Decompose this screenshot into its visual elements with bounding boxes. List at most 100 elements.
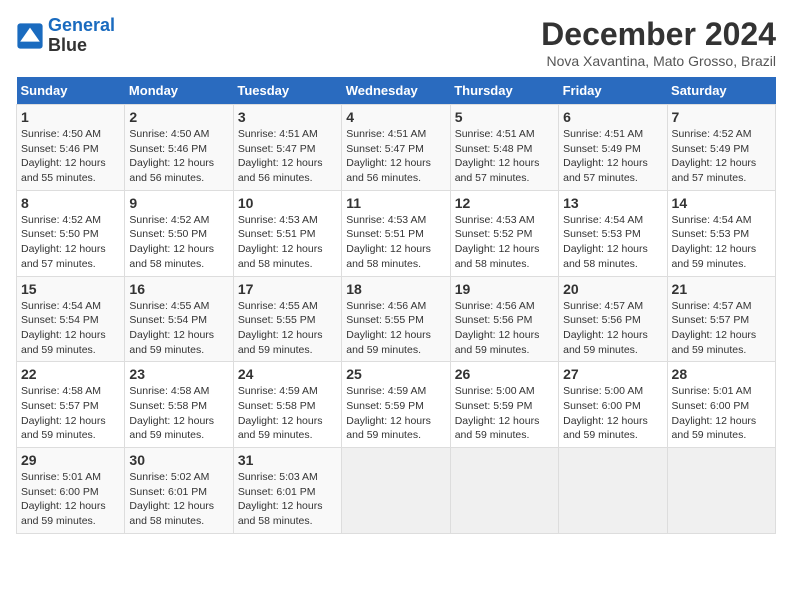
day-number: 21 (672, 281, 771, 297)
calendar-day-cell: 3Sunrise: 4:51 AMSunset: 5:47 PMDaylight… (233, 105, 341, 191)
day-info: Sunrise: 4:52 AMSunset: 5:50 PMDaylight:… (129, 213, 228, 272)
day-info: Sunrise: 4:56 AMSunset: 5:56 PMDaylight:… (455, 299, 554, 358)
calendar-day-cell: 4 Sunrise: 4:51 AMSunset: 5:47 PMDaylight… (342, 105, 450, 191)
day-of-week-header: Saturday (667, 77, 775, 105)
day-info: Sunrise: 4:57 AMSunset: 5:57 PMDaylight:… (672, 299, 771, 358)
calendar-day-cell: 27Sunrise: 5:00 AMSunset: 6:00 PMDayligh… (559, 362, 667, 448)
logo-text: General Blue (48, 16, 115, 56)
day-number: 20 (563, 281, 662, 297)
calendar-day-cell: 17Sunrise: 4:55 AMSunset: 5:55 PMDayligh… (233, 276, 341, 362)
day-number: 5 (455, 109, 554, 125)
day-info: Sunrise: 5:02 AMSunset: 6:01 PMDaylight:… (129, 470, 228, 529)
calendar-day-cell: 7Sunrise: 4:52 AMSunset: 5:49 PMDaylight… (667, 105, 775, 191)
day-number: 11 (346, 195, 445, 211)
calendar-day-cell: 10 Sunrise: 4:53 AMSunset: 5:51 PMDayligh… (233, 190, 341, 276)
main-title: December 2024 (541, 16, 776, 53)
day-number: 24 (238, 366, 337, 382)
calendar-day-cell: 8 Sunrise: 4:52 AMSunset: 5:50 PMDaylight… (17, 190, 125, 276)
calendar-day-cell: 28 Sunrise: 5:01 AMSunset: 6:00 PMDayligh… (667, 362, 775, 448)
calendar-day-cell: 21 Sunrise: 4:57 AMSunset: 5:57 PMDayligh… (667, 276, 775, 362)
calendar-body: 1 Sunrise: 4:50 AMSunset: 5:46 PMDaylight… (17, 105, 776, 534)
day-number: 9 (129, 195, 228, 211)
calendar-week-row: 22 Sunrise: 4:58 AMSunset: 5:57 PMDayligh… (17, 362, 776, 448)
day-info: Sunrise: 5:01 AMSunset: 6:00 PMDaylight:… (672, 384, 771, 443)
day-number: 23 (129, 366, 228, 382)
day-number: 22 (21, 366, 120, 382)
calendar-day-cell: 1 Sunrise: 4:50 AMSunset: 5:46 PMDaylight… (17, 105, 125, 191)
day-of-week-header: Friday (559, 77, 667, 105)
calendar-day-cell: 2Sunrise: 4:50 AMSunset: 5:46 PMDaylight… (125, 105, 233, 191)
day-info: Sunrise: 4:55 AMSunset: 5:54 PMDaylight:… (129, 299, 228, 358)
calendar-day-cell: 23 Sunrise: 4:58 AMSunset: 5:58 PMDayligh… (125, 362, 233, 448)
day-info: Sunrise: 4:50 AMSunset: 5:46 PMDaylight:… (21, 127, 120, 186)
day-of-week-header: Tuesday (233, 77, 341, 105)
day-number: 7 (672, 109, 771, 125)
calendar-day-cell: 19 Sunrise: 4:56 AMSunset: 5:56 PMDayligh… (450, 276, 558, 362)
day-number: 31 (238, 452, 337, 468)
day-info: Sunrise: 4:56 AMSunset: 5:55 PMDaylight:… (346, 299, 445, 358)
subtitle: Nova Xavantina, Mato Grosso, Brazil (541, 53, 776, 69)
calendar-header-row: SundayMondayTuesdayWednesdayThursdayFrid… (17, 77, 776, 105)
day-number: 2 (129, 109, 228, 125)
day-info: Sunrise: 4:58 AMSunset: 5:57 PMDaylight:… (21, 384, 120, 443)
calendar-day-cell: 9 Sunrise: 4:52 AMSunset: 5:50 PMDaylight… (125, 190, 233, 276)
calendar-week-row: 29Sunrise: 5:01 AMSunset: 6:00 PMDayligh… (17, 448, 776, 534)
day-info: Sunrise: 4:53 AMSunset: 5:51 PMDaylight:… (238, 213, 337, 272)
day-number: 17 (238, 281, 337, 297)
day-info: Sunrise: 4:54 AMSunset: 5:54 PMDaylight:… (21, 299, 120, 358)
calendar-day-cell: 18 Sunrise: 4:56 AMSunset: 5:55 PMDayligh… (342, 276, 450, 362)
day-of-week-header: Wednesday (342, 77, 450, 105)
day-of-week-header: Thursday (450, 77, 558, 105)
calendar-day-cell: 6 Sunrise: 4:51 AMSunset: 5:49 PMDaylight… (559, 105, 667, 191)
day-info: Sunrise: 4:58 AMSunset: 5:58 PMDaylight:… (129, 384, 228, 443)
day-info: Sunrise: 5:00 AMSunset: 6:00 PMDaylight:… (563, 384, 662, 443)
calendar-day-cell: 22 Sunrise: 4:58 AMSunset: 5:57 PMDayligh… (17, 362, 125, 448)
calendar-week-row: 1 Sunrise: 4:50 AMSunset: 5:46 PMDaylight… (17, 105, 776, 191)
day-info: Sunrise: 4:59 AMSunset: 5:59 PMDaylight:… (346, 384, 445, 443)
calendar-day-cell (342, 448, 450, 534)
day-number: 8 (21, 195, 120, 211)
day-number: 1 (21, 109, 120, 125)
calendar-day-cell: 25Sunrise: 4:59 AMSunset: 5:59 PMDayligh… (342, 362, 450, 448)
day-number: 26 (455, 366, 554, 382)
logo-icon (16, 22, 44, 50)
day-number: 28 (672, 366, 771, 382)
calendar-day-cell (667, 448, 775, 534)
calendar-day-cell: 24Sunrise: 4:59 AMSunset: 5:58 PMDayligh… (233, 362, 341, 448)
day-info: Sunrise: 4:51 AMSunset: 5:47 PMDaylight:… (238, 127, 337, 186)
day-number: 15 (21, 281, 120, 297)
calendar-table: SundayMondayTuesdayWednesdayThursdayFrid… (16, 77, 776, 534)
calendar-day-cell: 12 Sunrise: 4:53 AMSunset: 5:52 PMDayligh… (450, 190, 558, 276)
day-info: Sunrise: 4:57 AMSunset: 5:56 PMDaylight:… (563, 299, 662, 358)
day-number: 12 (455, 195, 554, 211)
logo: General Blue (16, 16, 115, 56)
calendar-day-cell: 26Sunrise: 5:00 AMSunset: 5:59 PMDayligh… (450, 362, 558, 448)
calendar-day-cell: 20 Sunrise: 4:57 AMSunset: 5:56 PMDayligh… (559, 276, 667, 362)
day-number: 19 (455, 281, 554, 297)
day-info: Sunrise: 4:53 AMSunset: 5:51 PMDaylight:… (346, 213, 445, 272)
calendar-day-cell: 16 Sunrise: 4:55 AMSunset: 5:54 PMDayligh… (125, 276, 233, 362)
day-info: Sunrise: 4:51 AMSunset: 5:48 PMDaylight:… (455, 127, 554, 186)
day-info: Sunrise: 4:52 AMSunset: 5:50 PMDaylight:… (21, 213, 120, 272)
calendar-day-cell: 14 Sunrise: 4:54 AMSunset: 5:53 PMDayligh… (667, 190, 775, 276)
day-info: Sunrise: 5:01 AMSunset: 6:00 PMDaylight:… (21, 470, 120, 529)
day-number: 14 (672, 195, 771, 211)
day-info: Sunrise: 4:53 AMSunset: 5:52 PMDaylight:… (455, 213, 554, 272)
calendar-day-cell: 29Sunrise: 5:01 AMSunset: 6:00 PMDayligh… (17, 448, 125, 534)
calendar-week-row: 15 Sunrise: 4:54 AMSunset: 5:54 PMDayligh… (17, 276, 776, 362)
calendar-day-cell (559, 448, 667, 534)
day-number: 6 (563, 109, 662, 125)
day-info: Sunrise: 4:51 AMSunset: 5:49 PMDaylight:… (563, 127, 662, 186)
day-info: Sunrise: 4:51 AMSunset: 5:47 PMDaylight:… (346, 127, 445, 186)
calendar-day-cell: 11 Sunrise: 4:53 AMSunset: 5:51 PMDayligh… (342, 190, 450, 276)
calendar-day-cell: 31 Sunrise: 5:03 AMSunset: 6:01 PMDayligh… (233, 448, 341, 534)
day-of-week-header: Sunday (17, 77, 125, 105)
day-number: 4 (346, 109, 445, 125)
day-number: 10 (238, 195, 337, 211)
day-number: 16 (129, 281, 228, 297)
day-info: Sunrise: 5:03 AMSunset: 6:01 PMDaylight:… (238, 470, 337, 529)
day-info: Sunrise: 4:54 AMSunset: 5:53 PMDaylight:… (672, 213, 771, 272)
calendar-day-cell: 5 Sunrise: 4:51 AMSunset: 5:48 PMDaylight… (450, 105, 558, 191)
day-number: 18 (346, 281, 445, 297)
calendar-week-row: 8 Sunrise: 4:52 AMSunset: 5:50 PMDaylight… (17, 190, 776, 276)
